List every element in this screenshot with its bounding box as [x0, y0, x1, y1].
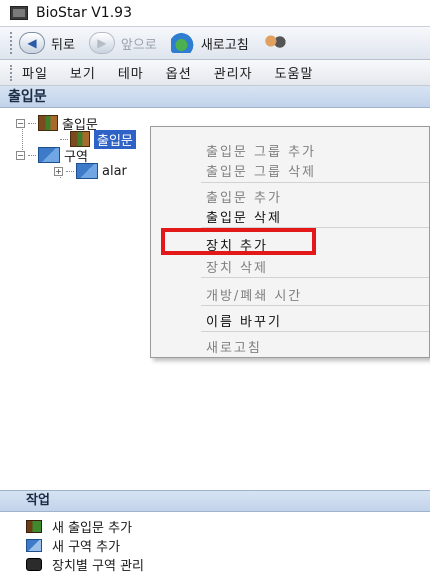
- tree-dots: [66, 170, 74, 172]
- menu-separator: [201, 182, 429, 183]
- forward-button[interactable]: ▶ 앞으로: [88, 32, 157, 54]
- menu-theme[interactable]: 테마: [118, 63, 144, 82]
- menu-item-refresh[interactable]: 새로고침: [206, 337, 262, 356]
- task-label: 장치별 구역 관리: [52, 559, 144, 574]
- menu-help[interactable]: 도움말: [275, 63, 314, 82]
- refresh-button[interactable]: 새로고침: [170, 33, 249, 53]
- title-bar: BioStar V1.93: [0, 0, 430, 26]
- menu-options[interactable]: 옵션: [166, 63, 192, 82]
- collapse-icon[interactable]: −: [16, 150, 25, 160]
- forward-label: 앞으로: [120, 37, 157, 53]
- zone-icon: [26, 539, 42, 552]
- menu-item-add-door-group[interactable]: 출입문 그룹 추가: [206, 141, 316, 160]
- menu-view[interactable]: 보기: [70, 63, 96, 82]
- refresh-icon: [170, 33, 197, 53]
- zone-icon: [76, 163, 98, 179]
- toolbar-grip[interactable]: [10, 32, 13, 54]
- task-label: 새 출입문 추가: [52, 521, 133, 536]
- collapse-icon[interactable]: −: [16, 118, 25, 128]
- expand-icon[interactable]: +: [54, 166, 63, 176]
- tree-node-zone-child[interactable]: + alar: [54, 162, 127, 180]
- zone-icon: [38, 147, 60, 163]
- menu-item-delete-device[interactable]: 장치 삭제: [206, 257, 268, 276]
- menu-admin[interactable]: 관리자: [214, 63, 253, 82]
- back-button[interactable]: ◀ 뒤로: [19, 32, 75, 54]
- door-panel-title: 출입문: [0, 86, 430, 108]
- menu-separator: [201, 331, 429, 332]
- menu-separator: [201, 305, 429, 306]
- forward-arrow-icon: ▶: [88, 32, 115, 54]
- tree-dots: [28, 154, 36, 156]
- device-icon: [26, 558, 42, 571]
- tree-node-label: alar: [102, 163, 127, 179]
- users-button[interactable]: [262, 33, 289, 53]
- menu-separator: [201, 277, 429, 278]
- task-add-zone[interactable]: 새 구역 추가: [26, 536, 120, 555]
- tree-node-label: 출입문: [94, 129, 136, 149]
- back-label: 뒤로: [51, 37, 75, 53]
- tree-dots: [60, 138, 68, 140]
- menu-file[interactable]: 파일: [22, 63, 48, 82]
- menu-item-open-close-time[interactable]: 개방/폐쇄 시간: [206, 285, 302, 304]
- refresh-label: 새로고침: [200, 37, 249, 53]
- menu-item-delete-door-group[interactable]: 출입문 그룹 삭제: [206, 161, 316, 180]
- task-label: 새 구역 추가: [52, 540, 121, 555]
- window-title: BioStar V1.93: [36, 5, 132, 21]
- users-icon: [262, 33, 289, 53]
- tree-dots: [28, 122, 36, 124]
- menu-item-add-door[interactable]: 출입문 추가: [206, 187, 282, 206]
- app-icon: [10, 6, 28, 20]
- door-icon: [38, 115, 58, 131]
- task-manage-zone-by-device[interactable]: 장치별 구역 관리: [26, 555, 144, 574]
- highlight-annotation: [161, 228, 316, 255]
- menu-bar: 파일 보기 테마 옵션 관리자 도움말: [0, 60, 430, 86]
- menubar-grip[interactable]: [10, 64, 12, 81]
- task-add-door[interactable]: 새 출입문 추가: [26, 517, 132, 536]
- task-list: 새 출입문 추가 새 구역 추가 장치별 구역 관리: [0, 512, 430, 574]
- tasks-panel-title: 작업: [0, 490, 430, 512]
- menu-item-rename[interactable]: 이름 바꾸기: [206, 311, 282, 330]
- back-arrow-icon: ◀: [19, 32, 45, 54]
- menu-item-delete-door[interactable]: 출입문 삭제: [206, 207, 282, 226]
- toolbar: ◀ 뒤로 ▶ 앞으로 새로고침: [0, 26, 430, 60]
- door-icon: [26, 520, 42, 533]
